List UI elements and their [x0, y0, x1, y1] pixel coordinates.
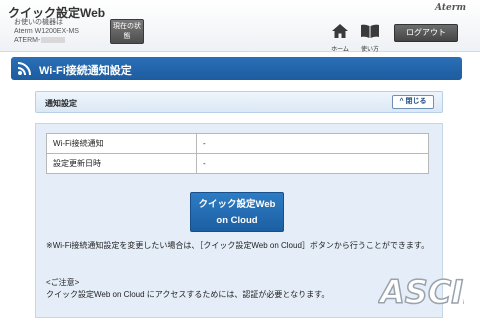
manual-link[interactable]: 使い方 — [357, 24, 383, 53]
page-title: Wi-Fi接続通知設定 — [39, 65, 132, 77]
logout-button[interactable]: ログアウト — [394, 24, 458, 42]
settings-table: Wi-Fi接続通知 - 設定更新日時 - — [46, 133, 429, 174]
wifi-icon — [17, 62, 31, 76]
brand-logo: Aterm — [435, 3, 466, 13]
change-note: ※Wi-Fi接続通知設定を変更したい場合は、［クイック設定Web on Clou… — [46, 241, 430, 250]
collapse-button[interactable]: ^ 閉じる — [392, 95, 434, 109]
home-label: ホーム — [331, 47, 349, 53]
device-name-prefix: ATERM- — [14, 37, 41, 44]
notification-settings-header: 通知設定 ^ 閉じる — [35, 91, 443, 113]
ascii-watermark: ASCII — [378, 272, 464, 310]
home-link[interactable]: ホーム — [328, 24, 352, 53]
chevron-up-icon: ^ — [399, 98, 404, 105]
section-title: 通知設定 — [45, 99, 77, 108]
cloud-button-line1: クイック設定Web — [198, 199, 276, 210]
device-name-blurred — [41, 37, 66, 44]
watermark-text: ASCII — [378, 273, 464, 310]
current-status-button[interactable]: 現在の状態 — [110, 19, 144, 44]
device-name: ATERM- — [14, 36, 66, 45]
page-title-bar: Wi-Fi接続通知設定 — [11, 57, 462, 80]
cloud-button-line2: on Cloud — [216, 215, 258, 226]
home-icon — [332, 24, 348, 38]
table-row: 設定更新日時 - — [46, 153, 429, 174]
manual-label: 使い方 — [360, 47, 379, 53]
row-label: 設定更新日時 — [46, 153, 197, 174]
app-header: クイック設定Web お使いの機器は Aterm W1200EX-MS ATERM… — [0, 0, 480, 53]
quick-setup-cloud-button[interactable]: クイック設定Web on Cloud — [190, 192, 284, 232]
row-label: Wi-Fi接続通知 — [46, 133, 197, 154]
device-model: Aterm W1200EX-MS — [14, 28, 79, 35]
device-info-line1: お使いの機器は — [14, 19, 63, 26]
row-value: - — [196, 153, 429, 174]
book-icon — [361, 24, 379, 38]
row-value: - — [196, 133, 429, 154]
table-row: Wi-Fi接続通知 - — [46, 133, 429, 154]
collapse-label: 閉じる — [405, 98, 427, 105]
